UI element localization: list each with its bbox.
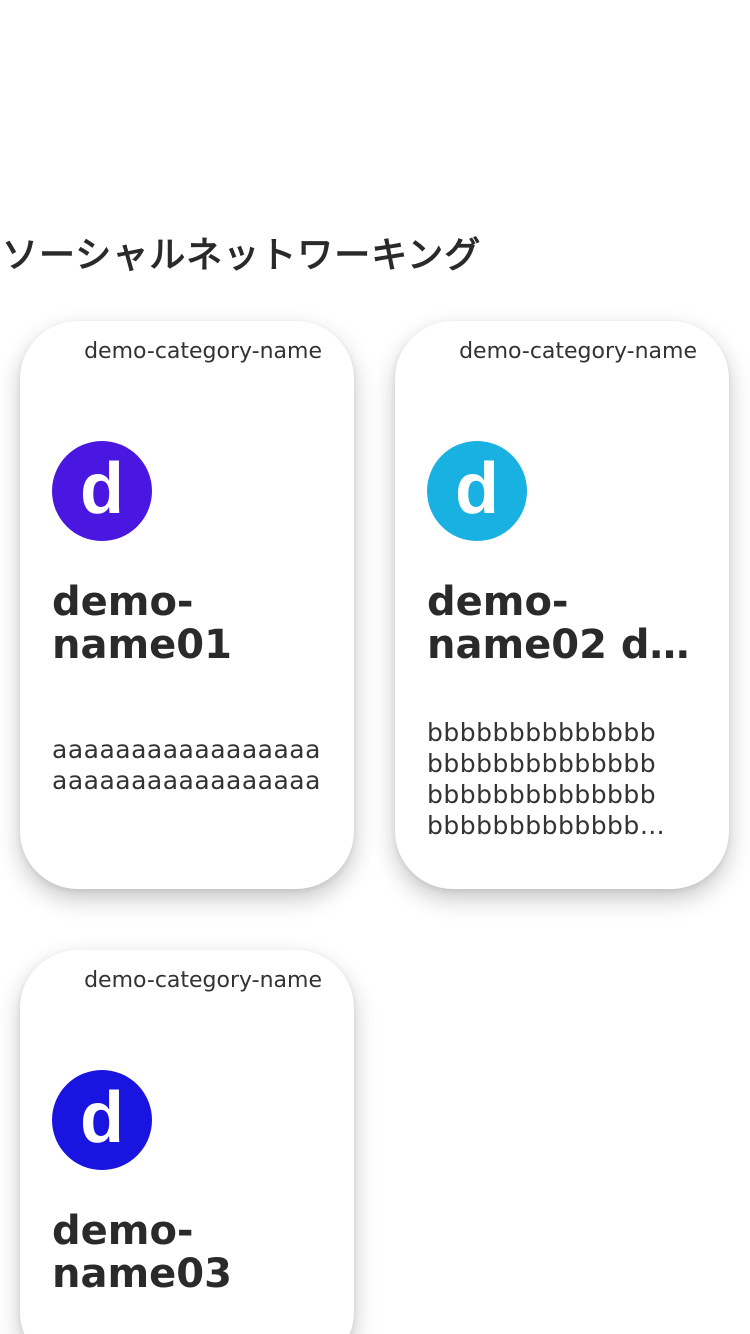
card-name: demo- name02 d… [427,581,690,667]
card-description: aaaaaaaaaaaaaaaaaaaaaaaaaaaaaaaaaa [52,735,321,795]
app-avatar-icon: d [52,1070,152,1170]
card-name: demo- name01 [52,581,232,667]
app-avatar-icon: d [52,441,152,541]
app-avatar-icon: d [427,441,527,541]
app-card[interactable]: demo-category-name d demo- name03 [20,950,354,1334]
card-name: demo- name03 [52,1210,232,1296]
app-card[interactable]: demo-category-name d demo- name01 aaaaaa… [20,321,354,889]
section-title: ソーシャルネットワーキング [2,235,482,276]
card-category-label: demo-category-name [459,339,697,364]
app-card[interactable]: demo-category-name d demo- name02 d… bbb… [395,321,729,889]
app-screen: ソーシャルネットワーキング demo-category-name d demo-… [0,0,750,1334]
card-category-label: demo-category-name [84,968,322,993]
card-category-label: demo-category-name [84,339,322,364]
card-description: bbbbbbbbbbbbbb bbbbbbbbbbbbbb bbbbbbbbbb… [427,718,666,840]
